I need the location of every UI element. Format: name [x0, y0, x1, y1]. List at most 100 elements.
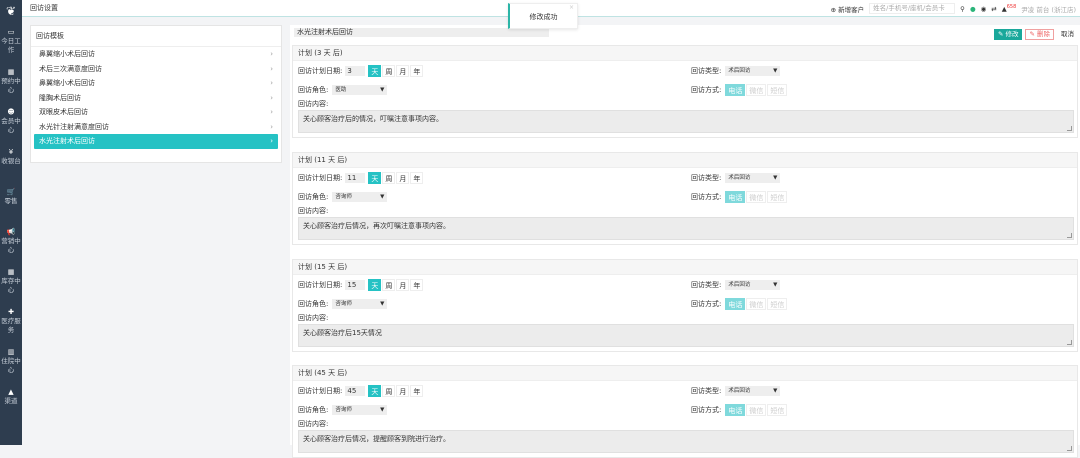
- sidebar-item[interactable]: ✚ 医疗服务: [0, 302, 22, 342]
- unit-option[interactable]: 天: [368, 65, 382, 77]
- template-item[interactable]: 水光针注射满意度回访 ›: [34, 120, 278, 135]
- chevron-right-icon: ›: [270, 137, 273, 145]
- type-select[interactable]: 术后回访 ▼: [725, 173, 781, 183]
- type-label: 回访类型:: [691, 281, 722, 289]
- type-value: 术后回访: [728, 388, 751, 394]
- type-select[interactable]: 术后回访 ▼: [725, 66, 781, 76]
- sidebar-item[interactable]: ▭ 今日工作: [0, 22, 22, 62]
- close-icon[interactable]: ×: [569, 0, 574, 21]
- template-item[interactable]: 鼻翼缩小术后回访 ›: [34, 76, 278, 91]
- type-select[interactable]: 术后回访 ▼: [725, 280, 781, 290]
- type-label: 回访类型:: [691, 67, 722, 75]
- new-customer-button[interactable]: ⊕ 新增客户: [831, 4, 865, 14]
- logo-icon: ❦: [5, 4, 17, 18]
- unit-option[interactable]: 年: [410, 65, 424, 77]
- translate-icon[interactable]: ⇄: [991, 5, 996, 13]
- method-option[interactable]: 电话: [725, 84, 746, 96]
- caret-down-icon: ▼: [773, 388, 778, 394]
- method-option[interactable]: 微信: [746, 298, 767, 310]
- content-textarea[interactable]: 关心顾客治疗后的情况，叮嘱注意事项内容。: [298, 110, 1074, 133]
- method-option[interactable]: 微信: [746, 84, 767, 96]
- content-textarea[interactable]: 关心顾客治疗后情况，再次叮嘱注意事项内容。: [298, 217, 1074, 240]
- method-option[interactable]: 电话: [725, 191, 746, 203]
- method-option[interactable]: 短信: [767, 404, 788, 416]
- method-option[interactable]: 短信: [767, 191, 788, 203]
- unit-option[interactable]: 周: [382, 65, 396, 77]
- method-option[interactable]: 微信: [746, 191, 767, 203]
- date-label: 回访计划日期:: [298, 387, 343, 395]
- user-name[interactable]: 尹凌 前台 (浙江店): [1021, 4, 1076, 14]
- search-input[interactable]: 姓名/手机号/座机/会员卡: [869, 3, 956, 14]
- cancel-button[interactable]: 取消: [1057, 29, 1078, 40]
- role-select[interactable]: 咨询师 ▼: [332, 299, 388, 309]
- unit-option[interactable]: 月: [396, 65, 410, 77]
- bell-icon[interactable]: ▲658: [1002, 4, 1017, 13]
- search-icon[interactable]: ⚲: [960, 5, 965, 13]
- detail-panel: 水光注射术后回访 ✎ 修改 ✎ 删除 取消 计划 (3 天 后) 回访计划日期:…: [290, 25, 1080, 458]
- date-label: 回访计划日期:: [298, 281, 343, 289]
- plan-header: 计划 (15 天 后): [293, 260, 1077, 275]
- days-input[interactable]: 15: [345, 280, 366, 290]
- unit-option[interactable]: 年: [410, 172, 424, 184]
- unit-option[interactable]: 周: [382, 172, 396, 184]
- template-item[interactable]: 鼻翼缩小术后回访 ›: [34, 47, 278, 62]
- template-item[interactable]: 双眼皮术后回访 ›: [34, 105, 278, 120]
- calendar-icon: ▦: [7, 68, 15, 76]
- role-select[interactable]: 咨询师 ▼: [332, 192, 388, 202]
- delete-button[interactable]: ✎ 删除: [1025, 29, 1054, 40]
- template-item[interactable]: 隆胸术后回访 ›: [34, 91, 278, 106]
- days-input[interactable]: 11: [345, 173, 366, 183]
- days-input[interactable]: 45: [345, 386, 366, 396]
- type-label: 回访类型:: [691, 174, 722, 182]
- type-select[interactable]: 术后回访 ▼: [725, 386, 781, 396]
- sidebar-item[interactable]: ▦ 预约中心: [0, 62, 22, 102]
- template-item[interactable]: 水光注射术后回访 ›: [34, 134, 278, 149]
- sidebar-item[interactable]: 🛒 零售: [0, 182, 22, 222]
- grid-icon: ▦: [7, 268, 15, 276]
- sidebar-item[interactable]: ▲ 渠道: [0, 382, 22, 422]
- method-label: 回访方式:: [691, 300, 722, 308]
- method-option[interactable]: 电话: [725, 298, 746, 310]
- unit-option[interactable]: 天: [368, 172, 382, 184]
- method-option[interactable]: 电话: [725, 404, 746, 416]
- role-select[interactable]: 医助 ▼: [332, 85, 388, 95]
- unit-option[interactable]: 年: [410, 385, 424, 397]
- content-textarea[interactable]: 关心顾客治疗后情况，提醒顾客到院进行治疗。: [298, 430, 1074, 453]
- unit-option[interactable]: 月: [396, 385, 410, 397]
- plan-header: 计划 (45 天 后): [293, 366, 1077, 381]
- edit-button[interactable]: ✎ 修改: [993, 29, 1023, 40]
- sidebar-item[interactable]: ▦ 库存中心: [0, 262, 22, 302]
- template-item-label: 双眼皮术后回访: [39, 108, 88, 116]
- method-option[interactable]: 微信: [746, 404, 767, 416]
- plan-header: 计划 (11 天 后): [293, 153, 1077, 168]
- days-input[interactable]: 3: [345, 66, 366, 76]
- unit-option[interactable]: 周: [382, 279, 396, 291]
- content-label: 回访内容:: [298, 207, 329, 215]
- sidebar-item[interactable]: ☻ 会员中心: [0, 102, 22, 142]
- plan-card: 计划 (3 天 后) 回访计划日期: 3 天周月年 回访类型: 术后回访 ▼ 回访角色:…: [292, 45, 1078, 138]
- type-value: 术后回访: [728, 68, 751, 74]
- content-textarea[interactable]: 关心顾客治疗后15天情况: [298, 324, 1074, 347]
- method-option[interactable]: 短信: [767, 84, 788, 96]
- wechat-icon[interactable]: ●: [970, 5, 976, 13]
- template-name-field[interactable]: 水光注射术后回访: [294, 28, 549, 37]
- notification-badge: 658: [1006, 3, 1017, 10]
- method-label: 回访方式:: [691, 406, 722, 414]
- method-option[interactable]: 短信: [767, 298, 788, 310]
- unit-option[interactable]: 月: [396, 279, 410, 291]
- building-icon: ▥: [7, 348, 15, 356]
- role-select[interactable]: 咨询师 ▼: [332, 405, 388, 415]
- role-label: 回访角色:: [298, 300, 329, 308]
- message-icon[interactable]: ◉: [981, 5, 987, 13]
- role-value: 咨询师: [335, 301, 352, 307]
- sidebar-item[interactable]: 📢 营销中心: [0, 222, 22, 262]
- sidebar-item-label: 今日工作: [1, 37, 21, 54]
- unit-option[interactable]: 年: [410, 279, 424, 291]
- template-item[interactable]: 术后三次满意度回访 ›: [34, 62, 278, 77]
- unit-option[interactable]: 周: [382, 385, 396, 397]
- unit-option[interactable]: 月: [396, 172, 410, 184]
- unit-option[interactable]: 天: [368, 279, 382, 291]
- unit-option[interactable]: 天: [368, 385, 382, 397]
- sidebar-item[interactable]: ¥ 收银台: [0, 142, 22, 182]
- sidebar-item[interactable]: ▥ 住院中心: [0, 342, 22, 382]
